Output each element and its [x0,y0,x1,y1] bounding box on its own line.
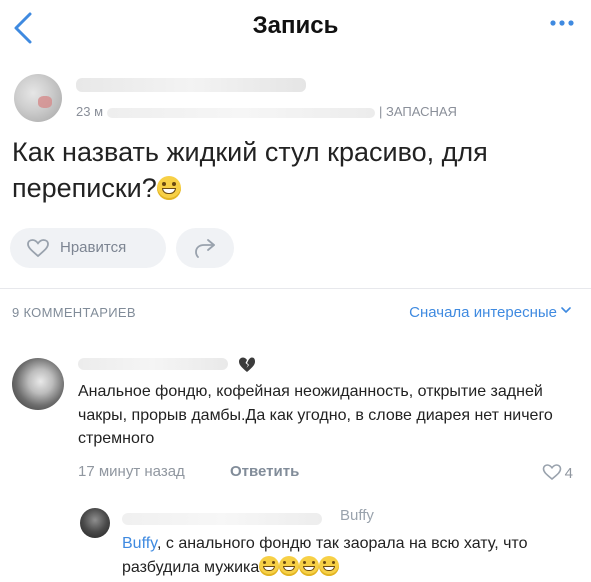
sort-dropdown[interactable]: Сначала интересные [409,304,571,321]
reply-author-avatar[interactable] [80,508,110,538]
reply-text: Buffy, с анального фондю так заорала на … [122,533,572,579]
laughing-emoji-icon [259,555,280,576]
like-label: Нравится [60,239,127,256]
laughing-emoji-icon [279,555,300,576]
post-text: Как назвать жидкий стул красиво, для пер… [12,134,572,206]
laughing-emoji-icon [319,555,340,576]
like-button[interactable]: Нравится [10,228,166,268]
comment-author-name-blurred[interactable] [78,358,228,370]
top-bar: Запись [0,0,591,56]
heart-icon [27,239,49,258]
comment-author[interactable] [78,356,268,372]
post-author-name-blurred[interactable] [76,78,306,92]
comment-text: Анальное фондю, кофейная неожиданность, … [78,383,553,447]
broken-heart-icon [239,357,255,372]
post-time: 23 м [76,104,104,119]
post-meta: 23 м | ЗАПАСНАЯ [76,104,457,119]
post-meta-blurred [107,107,376,118]
laughing-emoji-icon [299,555,320,576]
page-title: Запись [252,12,339,39]
post-header: 23 м | ЗАПАСНАЯ [14,74,574,124]
comments-count: 9 КОММЕНТАРИЕВ [12,305,136,320]
comment-author-avatar[interactable] [12,358,64,410]
comment-time: 17 минут назад [78,463,185,480]
post-source[interactable]: | ЗАПАСНАЯ [379,104,457,119]
share-button[interactable] [176,228,234,268]
reply-button[interactable]: Ответить [230,463,299,480]
post-text-content: Как назвать жидкий стул красиво, для пер… [12,137,488,203]
heart-icon [542,464,561,481]
reply-to-name[interactable]: Buffy [340,507,374,524]
comment-like-count: 4 [564,465,573,482]
reply-mention-link[interactable]: Buffy [122,535,157,552]
sort-label: Сначала интересные [409,304,557,321]
divider [0,288,591,289]
grinning-emoji-icon [156,176,181,200]
chevron-down-icon [561,307,571,313]
share-icon [195,239,215,258]
more-horizontal-icon[interactable] [547,16,577,30]
post-author-avatar[interactable] [14,74,62,122]
reply-author-name-blurred[interactable] [122,513,322,525]
comment-like-button[interactable]: 4 [542,463,573,483]
